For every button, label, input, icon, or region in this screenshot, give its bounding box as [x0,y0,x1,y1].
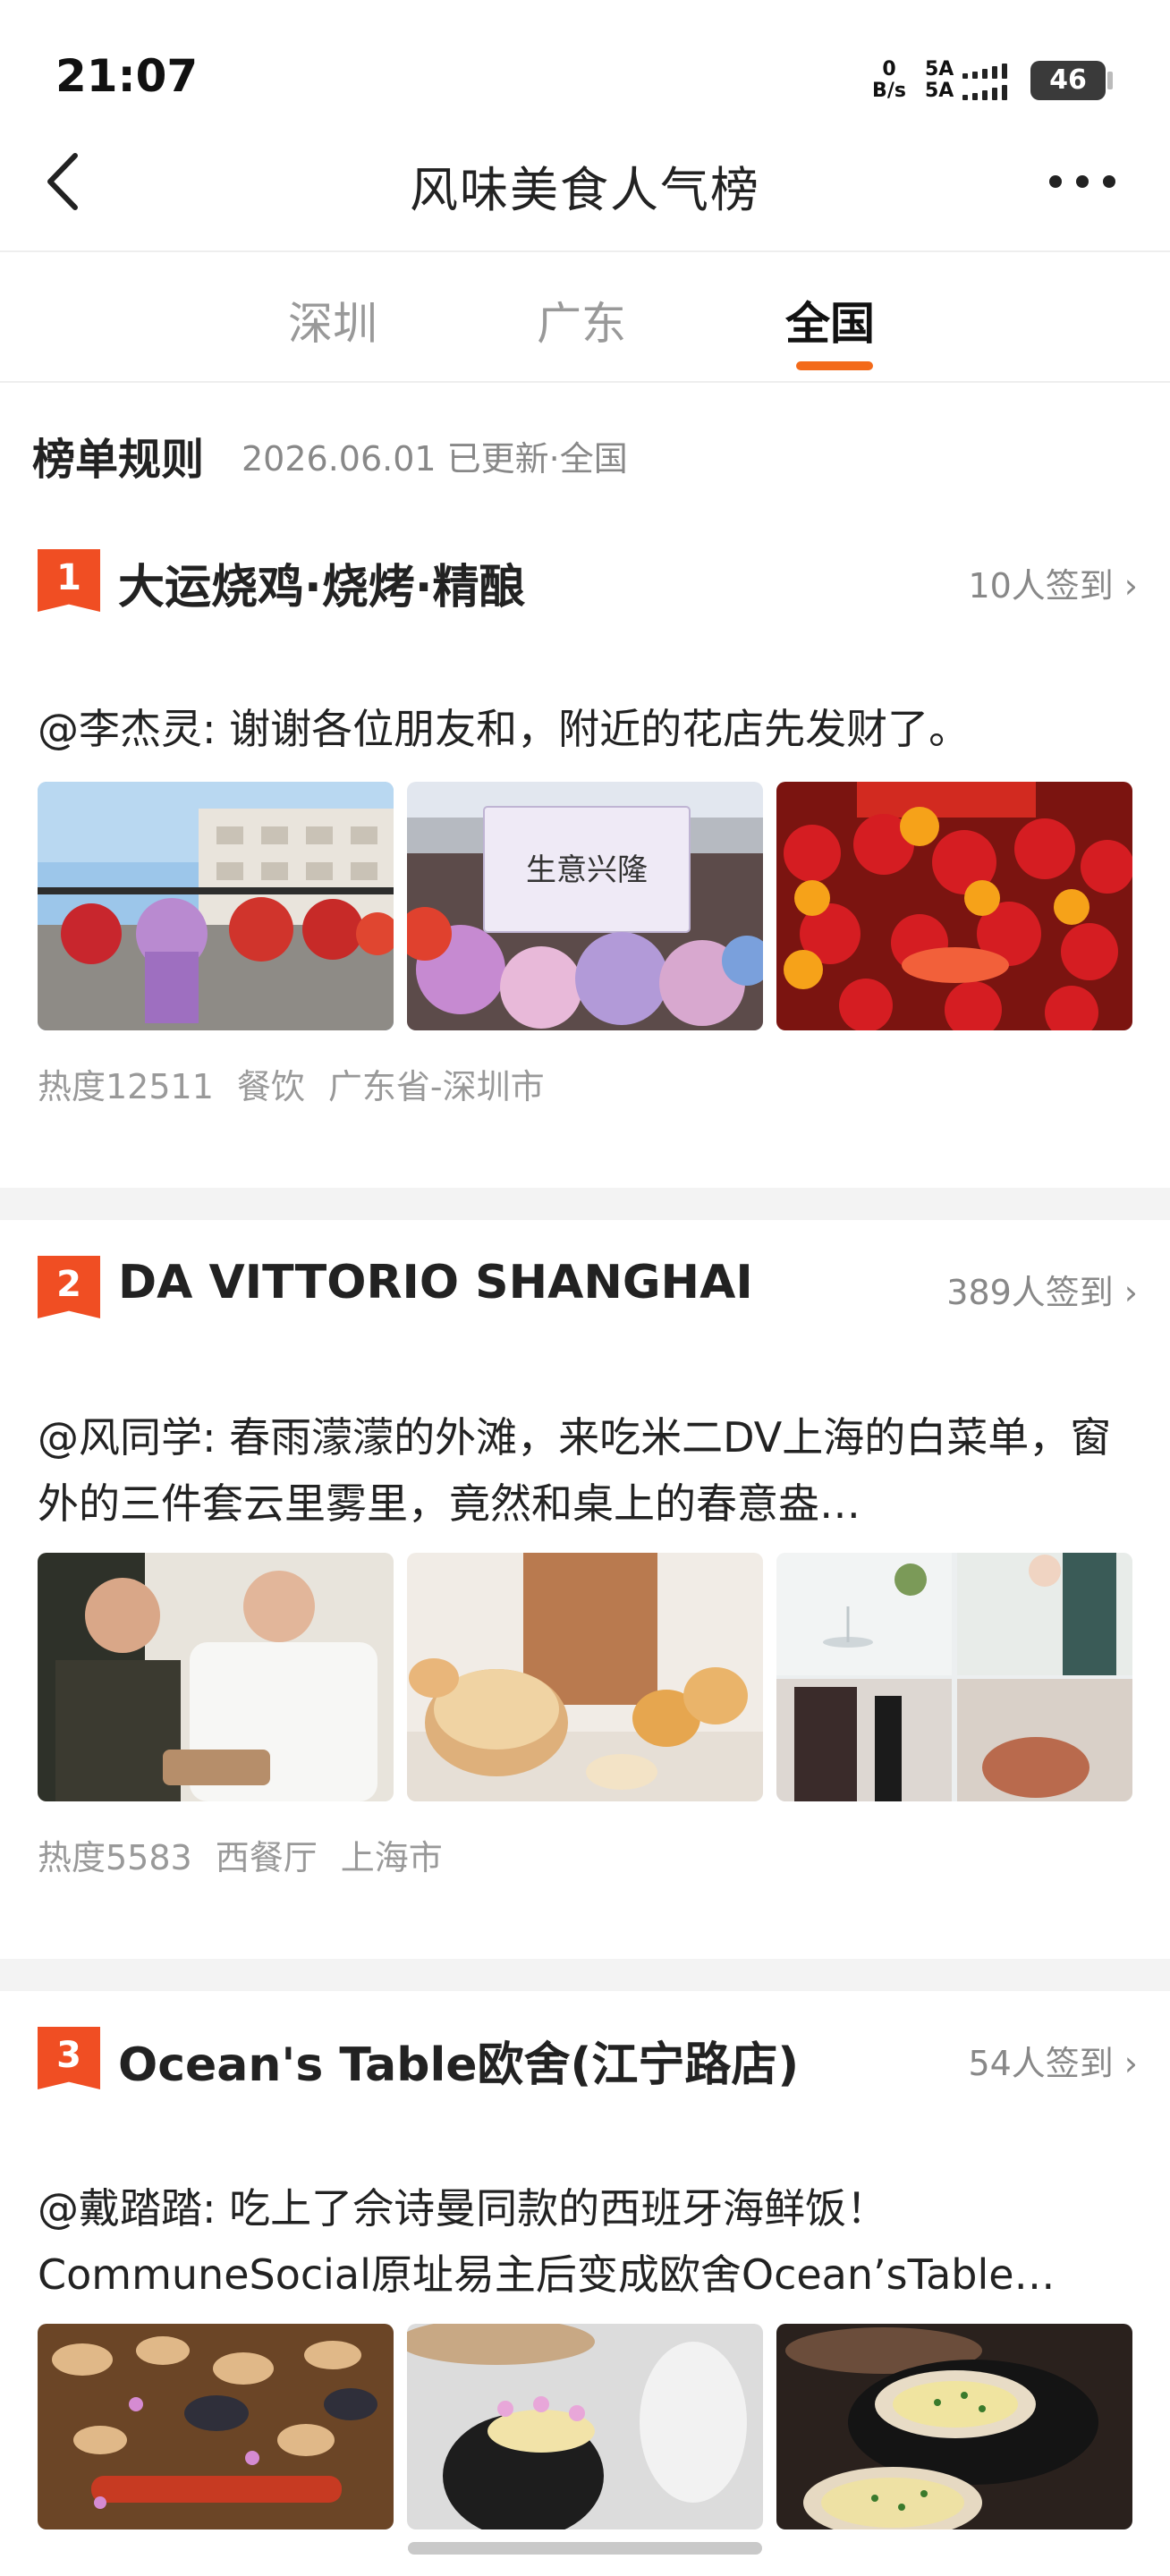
review-quote[interactable]: @风同学: 春雨濛濛的外滩，来吃米二DV上海的白菜单，窗外的三件套云里雾里，竟然… [38,1404,1138,1537]
more-dots-icon[interactable] [1045,168,1120,195]
rules-link[interactable]: 榜单规则 [32,424,204,487]
checkin-count: 54人签到 [968,2044,1114,2083]
photo-flower-baskets[interactable] [38,782,394,1030]
category-label: 西餐厅 [215,1838,318,1877]
location-label: 广东省-深圳市 [327,1067,545,1106]
photo-row [38,1553,1132,1801]
review-text: @风同学: 春雨濛濛的外滩，来吃米二DV上海的白菜单，窗外的三件套云里雾里，竟然… [38,1413,1112,1528]
photo-sign-text: 生意兴隆 [526,852,648,888]
photo-seaweed-dish[interactable] [407,2324,763,2529]
tabs-divider [0,381,1170,383]
location-label: 上海市 [340,1838,443,1877]
shop-meta: 热度5583 西餐厅 上海市 [38,1830,466,1879]
status-bar: 21:07 0 B/s 5A 5A 46 [0,0,1170,148]
checkin-link[interactable]: 389人签到 › [946,1265,1138,1314]
rank-badge: 1 [38,549,100,612]
home-indicator[interactable] [408,2542,762,2555]
signal-2-label: 5A [925,80,954,102]
active-tab-indicator [796,361,873,370]
photo-oysters[interactable] [776,2324,1132,2529]
shop-name[interactable]: 大运烧鸡·烧烤·精酿 [118,549,526,616]
tab-national[interactable]: 全国 [785,288,875,352]
battery-tip [1107,72,1113,89]
shop-meta: 热度12511 餐饮 广东省-深圳市 [38,1059,568,1108]
rules-meta: 2026.06.01 已更新·全国 [242,439,628,479]
nav-divider [0,250,1170,252]
photo-row: 生意兴隆 [38,782,1132,1030]
photo-pastries[interactable] [407,1553,763,1801]
photo-row [38,2324,1132,2529]
photo-congrats-sign[interactable]: 生意兴隆 [407,782,763,1030]
rank-badge: 2 [38,1256,100,1318]
review-text: @戴踏踏: 吃上了佘诗曼同款的西班牙海鲜饭！CommuneSocial原址易主后… [38,2184,1056,2299]
photo-dining-collage[interactable] [776,1553,1132,1801]
status-time: 21:07 [55,50,199,102]
review-quote[interactable]: @戴踏踏: 吃上了佘诗曼同款的西班牙海鲜饭！CommuneSocial原址易主后… [38,2175,1138,2308]
rank-badge: 3 [38,2027,100,2089]
shop-name[interactable]: Ocean's Table欧舍(江宁路店) [118,2027,799,2094]
net-speed: 0 B/s [866,59,912,102]
review-text: @李杰灵: 谢谢各位朋友和，附近的花店先发财了。 [38,705,971,753]
battery-icon: 46 [1030,61,1106,100]
card-divider [0,1188,1170,1220]
card-divider [0,1959,1170,1991]
chevron-right-icon: › [1123,1273,1138,1312]
heat-value: 热度5583 [38,1838,192,1877]
chevron-right-icon: › [1123,2044,1138,2083]
tab-shenzhen[interactable]: 深圳 [288,288,377,352]
signal-1-label: 5A [925,58,954,80]
photo-seafood-paella[interactable] [38,2324,394,2529]
page-title: 风味美食人气榜 [410,162,760,218]
photo-chefs[interactable] [38,1553,394,1801]
photo-roses-basket[interactable] [776,782,1132,1030]
signal-bars-icon [962,64,1007,100]
net-speed-value: 0 [882,58,896,80]
shop-name[interactable]: DA VITTORIO SHANGHAI [118,1256,753,1309]
checkin-link[interactable]: 54人签到 › [968,2036,1138,2085]
tab-guangdong[interactable]: 广东 [537,288,626,352]
signal-labels: 5A 5A [925,59,954,102]
chevron-right-icon: › [1123,566,1138,606]
review-quote[interactable]: @李杰灵: 谢谢各位朋友和，附近的花店先发财了。 [38,696,1138,762]
checkin-count: 10人签到 [968,566,1114,606]
category-label: 餐饮 [236,1067,305,1106]
checkin-link[interactable]: 10人签到 › [968,558,1138,607]
checkin-count: 389人签到 [946,1273,1114,1312]
heat-value: 热度12511 [38,1067,214,1106]
net-speed-unit: B/s [872,80,906,102]
